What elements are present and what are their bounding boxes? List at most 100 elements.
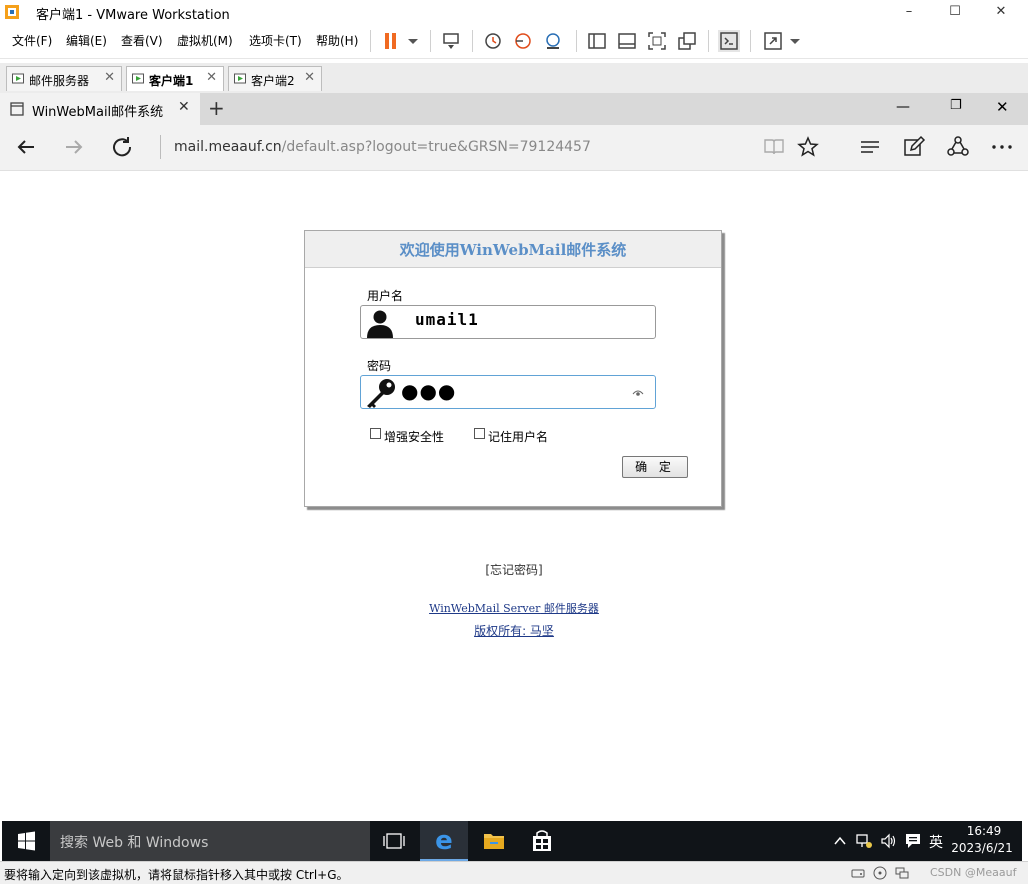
username-value: umail1: [415, 310, 479, 329]
send-ctrl-alt-del-icon[interactable]: [440, 30, 462, 52]
password-value: ●●●: [401, 379, 457, 403]
ime-indicator[interactable]: 英: [929, 832, 943, 852]
pause-icon[interactable]: [380, 30, 402, 52]
vm-tab-client2[interactable]: 客户端2 ✕: [228, 66, 322, 91]
close-icon[interactable]: ✕: [104, 70, 115, 85]
vm-tab-label: 邮件服务器: [29, 74, 90, 88]
vm-tab-label: 客户端1: [149, 74, 194, 88]
remember-username-label: 记住用户名: [488, 430, 549, 444]
unity-icon[interactable]: [676, 30, 698, 52]
store-icon[interactable]: [518, 821, 566, 861]
show-library-icon[interactable]: [586, 30, 608, 52]
vmware-titlebar: 客户端1 - VMware Workstation – ☐ ✕: [0, 0, 1028, 24]
menu-tabs[interactable]: 选项卡(T): [249, 32, 302, 49]
toolbar-separator: [430, 30, 431, 52]
vmware-menubar: 文件(F) 编辑(E) 查看(V) 虚拟机(M) 选项卡(T) 帮助(H): [0, 24, 1028, 59]
share-icon[interactable]: [946, 135, 970, 159]
close-button[interactable]: ✕: [978, 0, 1024, 24]
file-explorer-icon[interactable]: [470, 821, 518, 861]
vm-icon: [234, 73, 246, 84]
browser-minimize-button[interactable]: —: [896, 99, 910, 115]
server-link-cn: 邮件服务器: [540, 602, 599, 615]
enhanced-security-label: 增强安全性: [384, 430, 445, 444]
vm-icon: [132, 73, 144, 84]
favorite-star-icon[interactable]: [796, 135, 820, 159]
browser-close-button[interactable]: ✕: [996, 98, 1009, 116]
vm-tab-client1[interactable]: 客户端1 ✕: [126, 66, 224, 91]
task-view-icon[interactable]: [370, 821, 418, 861]
key-icon: [367, 379, 395, 408]
browser-tab-title: WinWebMail邮件系统: [32, 105, 164, 120]
taskbar-search[interactable]: 搜索 Web 和 Windows: [50, 821, 370, 861]
username-field[interactable]: umail1: [360, 305, 656, 339]
chevron-down-icon[interactable]: [784, 30, 806, 52]
chevron-up-icon[interactable]: [832, 833, 848, 849]
copyright-link[interactable]: 版权所有: 马坚: [474, 624, 554, 638]
browser-restore-button[interactable]: ❐: [950, 98, 962, 113]
remember-username-checkbox[interactable]: [474, 428, 485, 439]
action-center-icon[interactable]: [904, 832, 922, 850]
address-path: /default.asp?logout=true&GRSN=79124457: [281, 139, 591, 155]
hub-icon[interactable]: [858, 135, 882, 159]
hard-disk-icon[interactable]: [850, 865, 866, 881]
windows-taskbar: 搜索 Web 和 Windows e 英 16:49 2023/6/21: [2, 821, 1022, 861]
reveal-password-eye-icon[interactable]: [632, 387, 644, 399]
thumbnail-bar-icon[interactable]: [616, 30, 638, 52]
network-icon[interactable]: [855, 833, 873, 849]
network-adapter-icon[interactable]: [894, 865, 910, 881]
close-icon[interactable]: ✕: [206, 70, 217, 85]
more-icon[interactable]: [990, 135, 1014, 159]
copyright-info: 版权所有: 马坚: [0, 622, 1028, 639]
address-host: mail.meaauf.cn: [174, 139, 282, 155]
snapshot-icon[interactable]: [482, 30, 504, 52]
toolbar-separator: [576, 30, 577, 52]
reading-view-icon[interactable]: [762, 135, 786, 159]
enhanced-security-checkbox[interactable]: [370, 428, 381, 439]
address-bar[interactable]: mail.meaauf.cn/default.asp?logout=true&G…: [174, 139, 591, 155]
console-view-icon[interactable]: [718, 30, 740, 52]
toolbar-separator: [472, 30, 473, 52]
chevron-down-icon[interactable]: [402, 30, 424, 52]
menu-view[interactable]: 查看(V): [121, 32, 163, 49]
close-icon[interactable]: ✕: [178, 99, 190, 115]
volume-icon[interactable]: [880, 833, 898, 849]
maximize-button[interactable]: ☐: [932, 0, 978, 24]
windows-start-icon[interactable]: [2, 821, 50, 861]
forgot-password-link[interactable]: [忘记密码]: [0, 561, 1028, 578]
taskbar-search-placeholder: 搜索 Web 和 Windows: [60, 835, 209, 851]
back-arrow-icon[interactable]: [14, 135, 38, 159]
close-icon[interactable]: ✕: [304, 70, 315, 85]
server-link[interactable]: WinWebMail Server 邮件服务器: [429, 602, 599, 615]
stretch-icon[interactable]: [762, 30, 784, 52]
refresh-icon[interactable]: [110, 135, 134, 159]
menu-file[interactable]: 文件(F): [12, 32, 52, 49]
svg-text:e: e: [435, 826, 453, 856]
menu-vm[interactable]: 虚拟机(M): [177, 32, 233, 49]
vm-tab-label: 客户端2: [251, 74, 295, 88]
password-label: 密码: [367, 359, 392, 373]
web-note-icon[interactable]: [902, 135, 926, 159]
cd-drive-icon[interactable]: [872, 865, 888, 881]
minimize-button[interactable]: –: [886, 0, 932, 24]
login-submit-button[interactable]: 确 定: [622, 456, 688, 478]
forward-arrow-icon[interactable]: [62, 135, 86, 159]
full-screen-icon[interactable]: [646, 30, 668, 52]
vm-tab-strip: 邮件服务器 ✕ 客户端1 ✕ 客户端2 ✕: [0, 63, 1028, 94]
browser-navbar: mail.meaauf.cn/default.asp?logout=true&G…: [0, 125, 1028, 171]
tray-clock-time[interactable]: 16:49: [954, 824, 1014, 838]
tray-clock-date[interactable]: 2023/6/21: [948, 841, 1016, 855]
window-title: 客户端1 - VMware Workstation: [36, 8, 230, 23]
snapshot-manager-icon[interactable]: [542, 30, 564, 52]
server-link-latin: WinWebMail Server: [429, 602, 541, 615]
menu-edit[interactable]: 编辑(E): [66, 32, 107, 49]
menu-help[interactable]: 帮助(H): [316, 32, 358, 49]
password-field[interactable]: ●●●: [360, 375, 656, 409]
vm-tab-mail-server[interactable]: 邮件服务器 ✕: [6, 66, 122, 91]
revert-snapshot-icon[interactable]: [512, 30, 534, 52]
vm-icon: [12, 73, 24, 84]
username-label: 用户名: [367, 289, 404, 303]
new-tab-button[interactable]: +: [208, 96, 225, 120]
edge-taskbar-button[interactable]: e: [420, 821, 468, 861]
browser-tab[interactable]: WinWebMail邮件系统 ✕: [0, 93, 200, 125]
status-text: 要将输入定向到该虚拟机，请将鼠标指针移入其中或按 Ctrl+G。: [4, 868, 349, 882]
